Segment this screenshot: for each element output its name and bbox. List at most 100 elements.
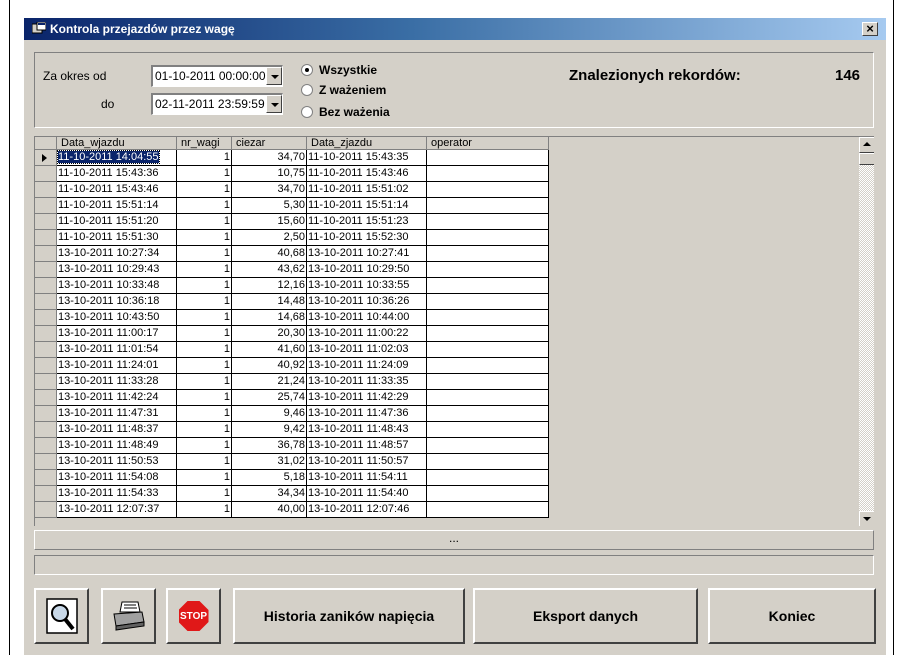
table-cell[interactable]: 1	[177, 406, 232, 422]
table-cell[interactable]	[427, 438, 549, 454]
table-cell[interactable]: 11-10-2011 15:51:20	[57, 214, 177, 230]
table-row[interactable]: 13-10-2011 11:54:08 1 5,18 13-10-2011 11:54…	[35, 470, 549, 486]
grid-vertical-scrollbar[interactable]	[859, 137, 874, 526]
table-cell[interactable]: 13-10-2011 11:02:03	[307, 342, 427, 358]
table-cell[interactable]: 13-10-2011 11:54:08	[57, 470, 177, 486]
table-cell[interactable]	[427, 198, 549, 214]
table-cell[interactable]: 1	[177, 342, 232, 358]
table-row[interactable]: 13-10-2011 11:50:53 1 31,02 13-10-2011 11:5…	[35, 454, 549, 470]
table-cell[interactable]: 34,70	[232, 150, 307, 166]
table-cell[interactable]: 11-10-2011 15:52:30	[307, 230, 427, 246]
table-cell[interactable]: 11-10-2011 15:51:14	[57, 198, 177, 214]
table-cell[interactable]: 1	[177, 454, 232, 470]
table-cell[interactable]: 13-10-2011 11:54:33	[57, 486, 177, 502]
preview-button[interactable]	[34, 588, 89, 644]
table-cell[interactable]: 13-10-2011 11:48:37	[57, 422, 177, 438]
table-cell[interactable]: 13-10-2011 11:48:57	[307, 438, 427, 454]
table-row[interactable]: 11-10-2011 14:04:55 1 34,70 11-10-2011 15:4…	[35, 150, 549, 166]
table-cell[interactable]	[427, 294, 549, 310]
table-cell[interactable]: 1	[177, 166, 232, 182]
table-cell[interactable]	[427, 310, 549, 326]
table-cell[interactable]: 1	[177, 486, 232, 502]
table-row[interactable]: 13-10-2011 10:36:18 1 14,48 13-10-2011 10:3…	[35, 294, 549, 310]
table-cell[interactable]: 1	[177, 422, 232, 438]
window-close-button[interactable]: ×	[862, 22, 878, 36]
table-cell[interactable]: 13-10-2011 11:54:40	[307, 486, 427, 502]
table-cell[interactable]	[427, 454, 549, 470]
table-cell[interactable]	[427, 326, 549, 342]
row-indicator[interactable]	[35, 422, 57, 438]
table-cell[interactable]: 1	[177, 326, 232, 342]
table-cell[interactable]: 14,68	[232, 310, 307, 326]
radio-with-weighing-indicator[interactable]	[301, 84, 313, 96]
table-cell[interactable]: 1	[177, 198, 232, 214]
table-cell[interactable]: 1	[177, 262, 232, 278]
row-indicator[interactable]	[35, 406, 57, 422]
table-row[interactable]: 11-10-2011 15:51:20 1 15,60 11-10-2011 15:5…	[35, 214, 549, 230]
row-indicator[interactable]	[35, 470, 57, 486]
table-cell[interactable]: 13-10-2011 11:47:36	[307, 406, 427, 422]
table-cell[interactable]	[427, 262, 549, 278]
table-cell[interactable]	[427, 278, 549, 294]
radio-all[interactable]: Wszystkie	[301, 63, 377, 77]
table-cell[interactable]: 13-10-2011 11:01:54	[57, 342, 177, 358]
table-cell[interactable]: 9,42	[232, 422, 307, 438]
row-indicator[interactable]	[35, 166, 57, 182]
table-cell[interactable]: 11-10-2011 15:51:23	[307, 214, 427, 230]
row-indicator[interactable]	[35, 294, 57, 310]
table-cell[interactable]: 1	[177, 310, 232, 326]
date-to-dropdown-button[interactable]	[266, 95, 282, 113]
row-indicator[interactable]	[35, 342, 57, 358]
radio-without-weighing[interactable]: Bez ważenia	[301, 105, 390, 119]
row-indicator[interactable]	[35, 358, 57, 374]
table-cell[interactable]	[427, 230, 549, 246]
table-cell[interactable]: 13-10-2011 10:27:41	[307, 246, 427, 262]
exit-button[interactable]: Koniec	[708, 588, 876, 644]
table-cell[interactable]: 13-10-2011 11:33:35	[307, 374, 427, 390]
table-row[interactable]: 13-10-2011 11:01:54 1 41,60 13-10-2011 11:0…	[35, 342, 549, 358]
table-cell[interactable]: 11-10-2011 15:51:30	[57, 230, 177, 246]
table-row[interactable]: 13-10-2011 11:00:17 1 20,30 13-10-2011 11:0…	[35, 326, 549, 342]
table-cell[interactable]: 31,02	[232, 454, 307, 470]
table-row[interactable]: 13-10-2011 11:33:28 1 21,24 13-10-2011 11:3…	[35, 374, 549, 390]
row-indicator[interactable]	[35, 390, 57, 406]
table-cell[interactable]: 13-10-2011 10:33:55	[307, 278, 427, 294]
table-cell[interactable]	[427, 390, 549, 406]
table-cell[interactable]: 20,30	[232, 326, 307, 342]
table-cell[interactable]: 11-10-2011 15:51:14	[307, 198, 427, 214]
table-cell[interactable]: 13-10-2011 10:36:26	[307, 294, 427, 310]
row-indicator[interactable]	[35, 230, 57, 246]
table-cell[interactable]: 13-10-2011 11:24:01	[57, 358, 177, 374]
table-cell[interactable]	[427, 166, 549, 182]
radio-with-weighing[interactable]: Z ważeniem	[301, 83, 386, 97]
table-cell[interactable]: 11-10-2011 15:43:46	[307, 166, 427, 182]
scrollbar-thumb[interactable]	[859, 153, 874, 165]
table-row[interactable]: 13-10-2011 11:42:24 1 25,74 13-10-2011 11:4…	[35, 390, 549, 406]
table-row[interactable]: 11-10-2011 15:51:30 1 2,50 11-10-2011 15:52…	[35, 230, 549, 246]
table-cell[interactable]: 1	[177, 390, 232, 406]
table-cell[interactable]: 1	[177, 374, 232, 390]
table-cell[interactable]	[427, 374, 549, 390]
radio-all-indicator[interactable]	[301, 64, 313, 76]
table-row[interactable]: 13-10-2011 11:54:33 1 34,34 13-10-2011 11:5…	[35, 486, 549, 502]
table-row[interactable]: 13-10-2011 12:07:37 1 40,00 13-10-2011 12:0…	[35, 502, 549, 518]
table-cell[interactable]	[427, 406, 549, 422]
table-row[interactable]: 13-10-2011 10:27:34 1 40,68 13-10-2011 10:2…	[35, 246, 549, 262]
table-cell[interactable]: 1	[177, 294, 232, 310]
table-cell[interactable]: 15,60	[232, 214, 307, 230]
table-row[interactable]: 11-10-2011 15:43:36 1 10,75 11-10-2011 15:4…	[35, 166, 549, 182]
records-grid[interactable]: Data_wjazdu nr_wagi ciezar Data_zjazdu o…	[34, 136, 874, 526]
table-cell[interactable]: 13-10-2011 11:48:49	[57, 438, 177, 454]
row-indicator[interactable]	[35, 310, 57, 326]
table-cell[interactable]: 40,92	[232, 358, 307, 374]
table-cell[interactable]: 1	[177, 150, 232, 166]
date-to-combo[interactable]: 02-11-2011 23:59:59	[151, 93, 283, 115]
date-from-combo[interactable]: 01-10-2011 00:00:00	[151, 65, 283, 87]
table-cell[interactable]: 13-10-2011 12:07:46	[307, 502, 427, 518]
table-cell[interactable]: 13-10-2011 10:33:48	[57, 278, 177, 294]
table-row[interactable]: 13-10-2011 10:43:50 1 14,68 13-10-2011 10:4…	[35, 310, 549, 326]
table-cell[interactable]	[427, 246, 549, 262]
column-header-operator[interactable]: operator	[427, 137, 549, 150]
table-cell[interactable]	[427, 342, 549, 358]
table-cell[interactable]	[427, 182, 549, 198]
